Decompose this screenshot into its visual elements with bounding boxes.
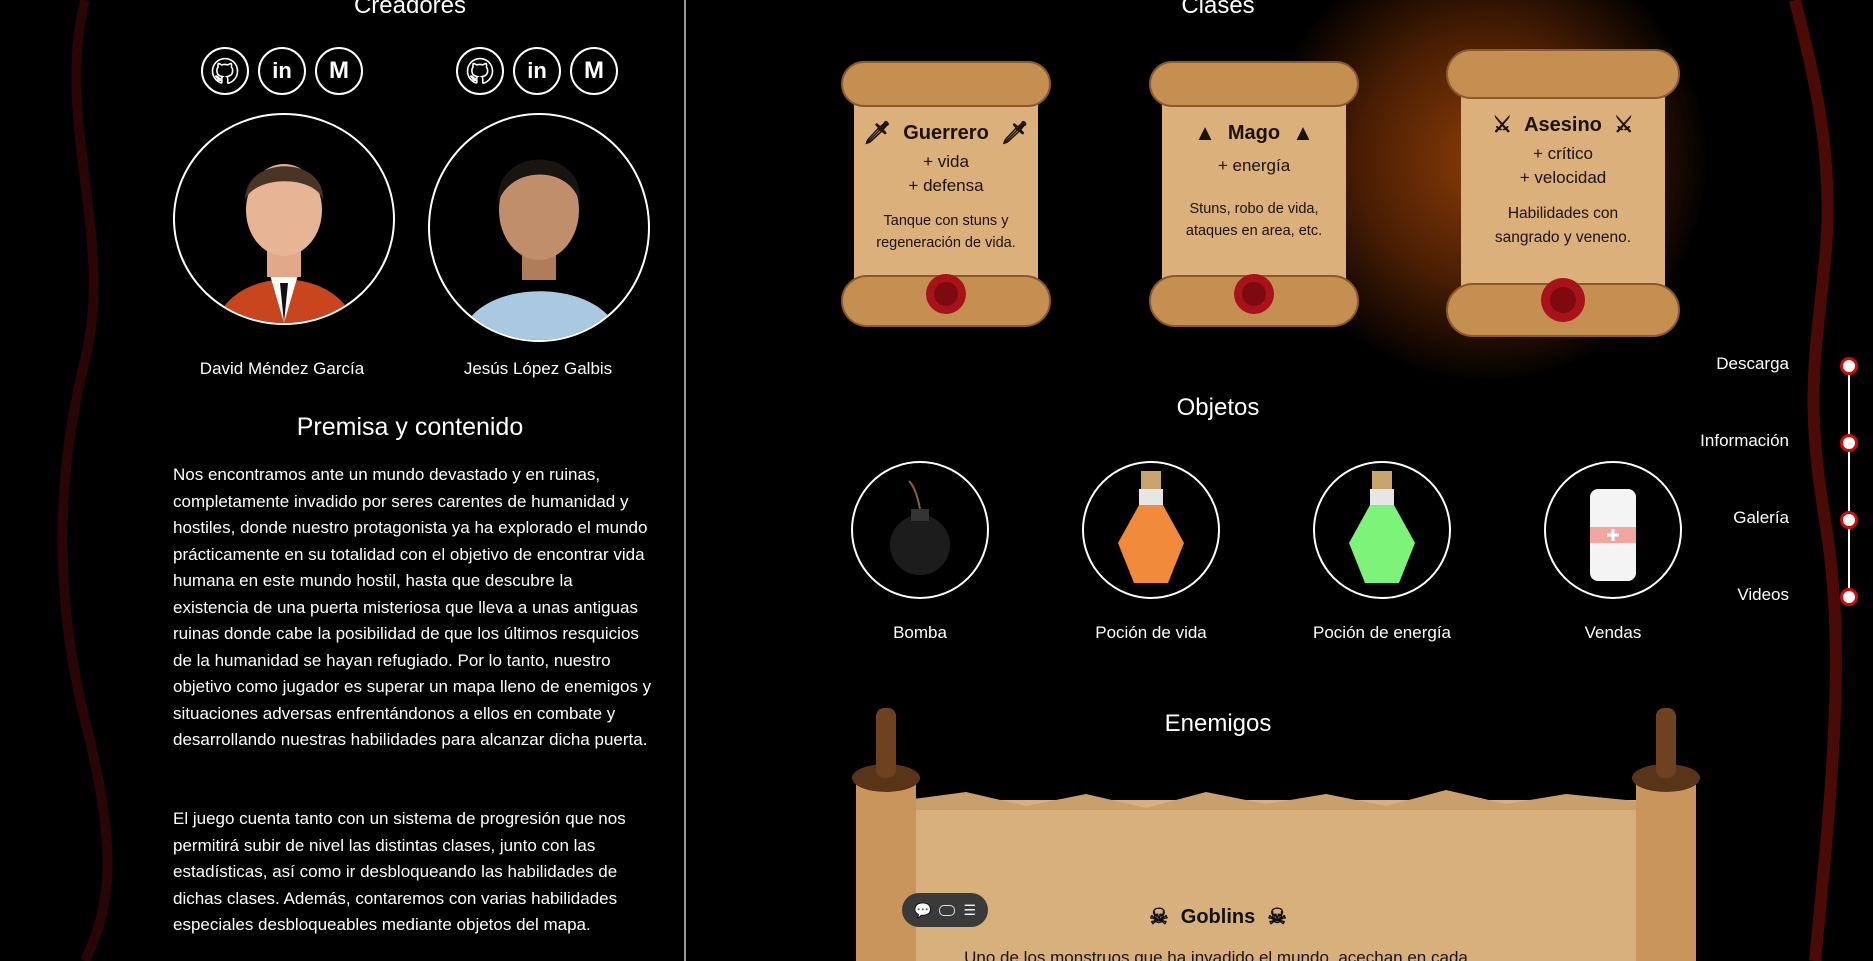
class-description: Tanque con stuns y regeneración de vida. [876, 213, 1016, 251]
github-link[interactable] [456, 47, 504, 95]
creator-name: Jesús López Galbis [463, 359, 613, 378]
item-pocion-energia[interactable] [1313, 461, 1451, 599]
linkedin-icon: in [527, 58, 547, 83]
nav-item-descarga[interactable]: Descarga [1716, 354, 1789, 374]
creator-name: David Méndez García [199, 359, 365, 378]
daggers-icon: ⚔ [1492, 112, 1513, 137]
goblin-icon: ☠ [1149, 904, 1169, 929]
class-card-guerrero[interactable]: 🗡 Guerrero 🗡 + vida + defensa Tanque con… [838, 58, 1054, 334]
comment-icon[interactable]: 💬 [914, 902, 931, 919]
energy-potion-icon [1349, 471, 1415, 583]
enemy-name: Goblins [1180, 905, 1256, 928]
item-label: Bomba [893, 623, 947, 642]
class-description: Habilidades con sangrado y veneno. [1494, 205, 1632, 246]
settings-icon[interactable]: ☰ [963, 902, 976, 919]
class-description: Stuns, robo de vida, ataques en area, et… [1185, 201, 1323, 239]
health-potion-icon [1118, 471, 1184, 583]
item-label: Poción de energía [1313, 623, 1451, 642]
avatar [428, 113, 650, 342]
avatar [173, 113, 395, 325]
class-name: Guerrero [903, 121, 989, 144]
class-stat: + defensa [908, 176, 984, 195]
goblin-icon: ☠ [1267, 904, 1287, 929]
class-card-asesino[interactable]: ⚔ Asesino ⚔ + crítico + velocidad Habili… [1443, 46, 1683, 342]
class-name: Mago [1227, 121, 1281, 144]
gmail-icon: M [329, 57, 349, 84]
floating-toolbar: 💬 ☰ [902, 893, 988, 927]
premise-title: Premisa y contenido [296, 413, 524, 441]
github-link[interactable] [201, 47, 249, 95]
item-pocion-vida[interactable] [1082, 461, 1220, 599]
nav-dot[interactable] [1840, 434, 1858, 452]
sword-icon: 🗡 [863, 120, 892, 145]
linkedin-link[interactable]: in [258, 47, 306, 95]
premise-paragraph: El juego cuenta tanto con un sistema de … [173, 809, 626, 934]
item-bomba[interactable] [851, 461, 989, 599]
nav-item-informacion[interactable]: Información [1700, 431, 1789, 451]
creators-title: Creadores [353, 0, 467, 19]
left-panel: Creadores in M in M David Méndez García … [0, 0, 684, 961]
class-stat: + vida [923, 152, 969, 171]
side-nav-line [1848, 366, 1850, 596]
bandage-icon [1590, 489, 1636, 581]
class-stat: + velocidad [1519, 168, 1607, 187]
daggers-icon: ⚔ [1613, 112, 1634, 137]
nav-dot[interactable] [1840, 511, 1858, 529]
linkedin-link[interactable]: in [513, 47, 561, 95]
nav-item-galeria[interactable]: Galería [1733, 508, 1789, 528]
class-stat: + crítico [1533, 144, 1593, 163]
linkedin-icon: in [272, 58, 292, 83]
item-label: Poción de vida [1095, 623, 1207, 642]
gmail-icon: M [584, 57, 604, 84]
right-panel: Clases 🗡 Guerrero 🗡 + vida + defensa Tan… [686, 0, 1873, 961]
toggle-icon[interactable] [939, 904, 956, 916]
premise-paragraph: Nos encontramos ante un mundo devastado … [173, 465, 652, 749]
nav-dot[interactable] [1840, 588, 1858, 606]
gmail-link[interactable]: M [570, 47, 618, 95]
bomb-icon [890, 480, 950, 575]
enemy-description: Uno de los monstruos que ha invadido el … [964, 948, 1468, 961]
class-stat: + energía [1217, 156, 1291, 175]
gmail-link[interactable]: M [315, 47, 363, 95]
wizard-hat-icon: ▲ [1292, 120, 1314, 145]
classes-title: Clases [1181, 0, 1255, 19]
nav-item-videos[interactable]: Videos [1737, 585, 1789, 605]
objects-title: Objetos [1176, 394, 1260, 421]
class-card-mago[interactable]: ▲ Mago ▲ + energía Stuns, robo de vida, … [1146, 58, 1362, 334]
github-icon [211, 57, 239, 84]
wizard-hat-icon: ▲ [1194, 120, 1216, 145]
sword-icon: 🗡 [1000, 120, 1029, 145]
enemies-title: Enemigos [1164, 710, 1272, 737]
nav-dot[interactable] [1840, 357, 1858, 375]
item-label: Vendas [1584, 623, 1642, 642]
item-vendas[interactable] [1544, 461, 1682, 599]
github-icon [466, 57, 494, 84]
enemy-goblins: ☠ Goblins ☠ [1098, 904, 1338, 930]
class-name: Asesino [1524, 113, 1602, 136]
